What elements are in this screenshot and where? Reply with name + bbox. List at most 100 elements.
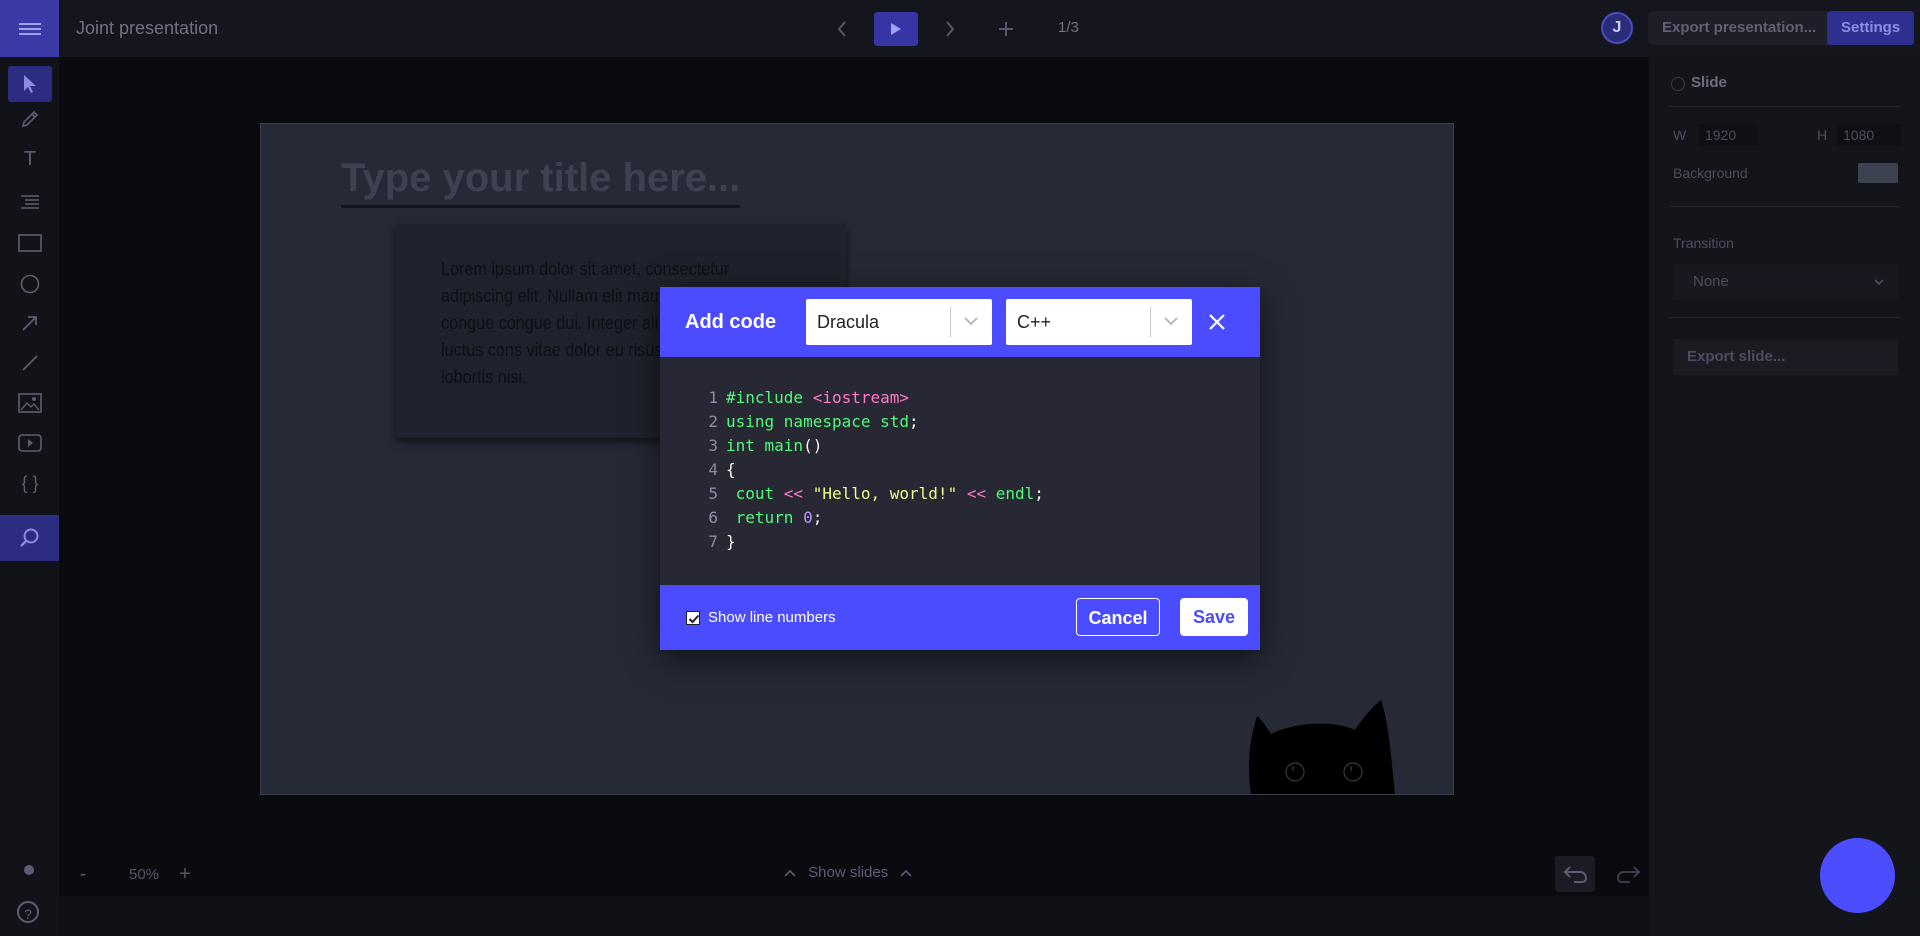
code-icon[interactable]: { } [8, 465, 52, 501]
hamburger-menu-icon[interactable] [0, 0, 59, 57]
code-line: 5 cout << "Hello, world!" << endl; [700, 482, 1044, 506]
code-token: ; [1034, 484, 1044, 503]
code-token: { [726, 460, 736, 479]
show-line-numbers-checkbox[interactable] [686, 611, 700, 625]
line-number: 1 [708, 388, 718, 407]
code-token: ; [812, 508, 823, 527]
code-token: cout [726, 484, 784, 503]
cancel-button[interactable]: Cancel [1076, 598, 1160, 636]
code-editor[interactable]: 1 #include <iostream> 2 using namespace std… [700, 386, 1044, 554]
rectangle-icon[interactable] [8, 225, 52, 261]
prev-slide-button[interactable] [820, 12, 864, 46]
language-select[interactable]: C++ [1006, 299, 1192, 345]
modal-title: Add code [685, 311, 777, 333]
chevron-up-icon [896, 864, 912, 881]
line-number: 4 [708, 460, 718, 479]
presentation-title[interactable]: Joint presentation [76, 18, 218, 39]
theme-select[interactable]: Dracula [806, 299, 992, 345]
height-label: H [1817, 127, 1828, 143]
background-color-swatch[interactable] [1858, 163, 1898, 183]
image-icon[interactable] [8, 385, 52, 421]
modal-footer: Show line numbers Cancel Save [660, 585, 1260, 650]
zoom-level: 50% [128, 866, 160, 883]
close-icon[interactable] [1204, 309, 1230, 335]
height-input[interactable]: 1080 [1837, 124, 1901, 146]
save-button[interactable]: Save [1180, 598, 1248, 636]
code-token: endl [986, 484, 1035, 503]
chevron-down-icon [1164, 317, 1178, 326]
pencil-icon[interactable] [8, 101, 52, 137]
line-number: 3 [708, 436, 718, 455]
search-icon[interactable] [0, 515, 59, 561]
transition-value: None [1693, 273, 1729, 290]
line-number: 2 [708, 412, 718, 431]
checkmark-icon [688, 614, 700, 624]
code-line: 7} [700, 530, 1044, 554]
play-presentation-button[interactable] [874, 12, 918, 46]
user-avatar[interactable]: J [1601, 12, 1633, 44]
transition-select[interactable]: None [1673, 264, 1898, 300]
width-input[interactable]: 1920 [1699, 124, 1759, 146]
cat-illustration [1249, 700, 1395, 794]
transition-label: Transition [1673, 235, 1734, 251]
export-presentation-button[interactable]: Export presentation... [1648, 11, 1831, 45]
divider [1669, 206, 1900, 207]
export-slide-button[interactable]: Export slide... [1673, 339, 1898, 375]
code-token: ; [909, 412, 919, 431]
chevron-up-icon [784, 864, 800, 881]
play-icon [891, 23, 901, 35]
code-line: 6 return 0; [700, 506, 1044, 530]
language-select-value: C++ [1017, 312, 1052, 332]
add-code-modal: Add code Dracula C++ 1 #include <iostream… [660, 287, 1260, 650]
slide-section-title: Slide [1691, 74, 1727, 91]
chevron-down-icon [1874, 264, 1884, 300]
show-line-numbers-label[interactable]: Show line numbers [708, 609, 836, 626]
show-slides-toggle[interactable]: Show slides [784, 864, 912, 881]
help-icon[interactable]: ? [17, 901, 39, 923]
redo-icon[interactable] [1609, 856, 1649, 892]
zoom-out-button[interactable]: - [63, 856, 103, 892]
theme-select-value: Dracula [817, 312, 880, 332]
tool-sidebar: T { } ? [0, 57, 59, 936]
line-icon[interactable] [8, 345, 52, 381]
floating-action-button[interactable] [1820, 838, 1895, 913]
code-token: () [803, 436, 823, 455]
code-token: << [966, 484, 987, 503]
modal-header: Add code Dracula C++ [660, 287, 1260, 357]
code-line: 1 #include <iostream> [700, 386, 1044, 410]
plus-icon [999, 22, 1013, 36]
code-token: using namespace std [726, 412, 910, 431]
code-token: 0 [803, 508, 813, 527]
zoom-bar: - 50% + Show slides [59, 856, 1649, 896]
slide-page-indicator: 1/3 [1058, 19, 1079, 36]
slide-section-radio[interactable] [1671, 77, 1685, 91]
status-bar [59, 896, 1649, 936]
add-slide-button[interactable] [984, 12, 1028, 46]
slide-title-placeholder[interactable]: Type your title here... [341, 156, 741, 208]
list-icon[interactable] [8, 185, 52, 221]
undo-icon[interactable] [1555, 856, 1595, 892]
show-slides-label: Show slides [808, 864, 889, 881]
top-bar: Joint presentation 1/3 J Export presenta… [0, 0, 1920, 57]
arrow-icon[interactable] [8, 305, 52, 341]
properties-panel: Slide W 1920 H 1080 Background Transitio… [1649, 57, 1920, 936]
circle-icon[interactable] [8, 266, 52, 302]
line-number: 6 [708, 508, 718, 527]
code-line: 2 using namespace std; [700, 410, 1044, 434]
settings-button[interactable]: Settings [1827, 11, 1915, 45]
divider [1669, 106, 1900, 107]
code-token: <iostream> [812, 388, 910, 407]
code-line: 3 int main() [700, 434, 1044, 458]
next-slide-button[interactable] [928, 12, 972, 46]
code-token: "Hello, world!" [812, 484, 958, 503]
background-label: Background [1673, 165, 1748, 181]
code-token: #include [726, 388, 813, 407]
video-icon[interactable] [8, 425, 52, 461]
code-token: } [726, 532, 736, 551]
select-tool-icon[interactable] [8, 66, 52, 102]
zoom-in-button[interactable]: + [165, 856, 205, 892]
text-tool-icon[interactable]: T [8, 141, 52, 177]
code-line: 4{ [700, 458, 1044, 482]
